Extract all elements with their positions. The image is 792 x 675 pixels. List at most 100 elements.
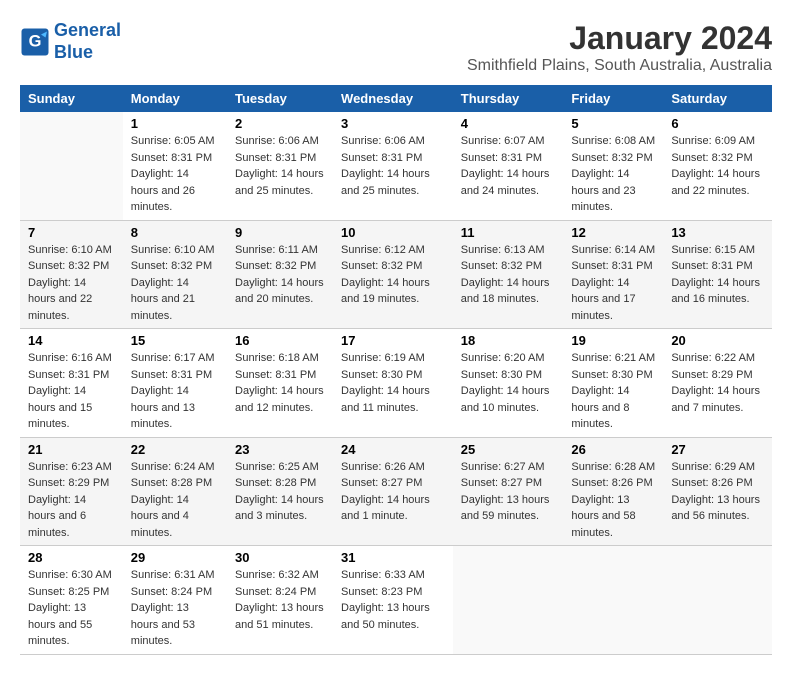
day-info: Sunrise: 6:14 AMSunset: 8:31 PMDaylight:… — [571, 242, 655, 325]
column-header-thursday: Thursday — [453, 85, 564, 112]
day-info: Sunrise: 6:24 AMSunset: 8:28 PMDaylight:… — [131, 459, 219, 542]
day-info: Sunrise: 6:10 AMSunset: 8:32 PMDaylight:… — [131, 242, 219, 325]
calendar-cell: 30 Sunrise: 6:32 AMSunset: 8:24 PMDayligh… — [227, 546, 333, 655]
day-number: 10 — [341, 225, 445, 240]
column-header-saturday: Saturday — [663, 85, 772, 112]
week-row-5: 28Sunrise: 6:30 AMSunset: 8:25 PMDayligh… — [20, 546, 772, 655]
column-header-wednesday: Wednesday — [333, 85, 453, 112]
day-info: Sunrise: 6:16 AMSunset: 8:31 PMDaylight:… — [28, 350, 115, 433]
day-info: Sunrise: 6:10 AMSunset: 8:32 PMDaylight:… — [28, 242, 115, 325]
calendar-cell: 5 Sunrise: 6:08 AMSunset: 8:32 PMDaylight… — [563, 112, 663, 220]
day-number: 6 — [671, 116, 764, 131]
day-info: Sunrise: 6:12 AMSunset: 8:32 PMDaylight:… — [341, 242, 445, 308]
day-number: 12 — [571, 225, 655, 240]
calendar-cell: 19 Sunrise: 6:21 AMSunset: 8:30 PMDayligh… — [563, 329, 663, 438]
day-number: 1 — [131, 116, 219, 131]
calendar-cell: 8 Sunrise: 6:10 AMSunset: 8:32 PMDaylight… — [123, 220, 227, 329]
day-number: 21 — [28, 442, 115, 457]
day-number: 7 — [28, 225, 115, 240]
calendar-cell: 11 Sunrise: 6:13 AMSunset: 8:32 PMDayligh… — [453, 220, 564, 329]
calendar-cell: 3Sunrise: 6:06 AMSunset: 8:31 PMDaylight… — [333, 112, 453, 220]
logo-icon: G — [20, 27, 50, 57]
day-info: Sunrise: 6:08 AMSunset: 8:32 PMDaylight:… — [571, 133, 655, 216]
day-info: Sunrise: 6:22 AMSunset: 8:29 PMDaylight:… — [671, 350, 764, 416]
calendar-cell: 18 Sunrise: 6:20 AMSunset: 8:30 PMDayligh… — [453, 329, 564, 438]
day-info: Sunrise: 6:13 AMSunset: 8:32 PMDaylight:… — [461, 242, 556, 308]
day-info: Sunrise: 6:27 AMSunset: 8:27 PMDaylight:… — [461, 459, 556, 525]
logo-text: General Blue — [54, 20, 121, 63]
day-number: 13 — [671, 225, 764, 240]
page-title: January 2024 — [467, 20, 772, 57]
calendar-cell: 4 Sunrise: 6:07 AMSunset: 8:31 PMDaylight… — [453, 112, 564, 220]
calendar-cell: 7 Sunrise: 6:10 AMSunset: 8:32 PMDaylight… — [20, 220, 123, 329]
calendar-cell — [20, 112, 123, 220]
column-header-friday: Friday — [563, 85, 663, 112]
calendar-cell: 17Sunrise: 6:19 AMSunset: 8:30 PMDayligh… — [333, 329, 453, 438]
calendar-cell: 24Sunrise: 6:26 AMSunset: 8:27 PMDayligh… — [333, 437, 453, 546]
calendar-cell: 6 Sunrise: 6:09 AMSunset: 8:32 PMDaylight… — [663, 112, 772, 220]
column-header-tuesday: Tuesday — [227, 85, 333, 112]
day-number: 11 — [461, 225, 556, 240]
logo: G General Blue — [20, 20, 121, 63]
day-info: Sunrise: 6:07 AMSunset: 8:31 PMDaylight:… — [461, 133, 556, 199]
day-info: Sunrise: 6:25 AMSunset: 8:28 PMDaylight:… — [235, 459, 325, 525]
calendar-cell: 1 Sunrise: 6:05 AMSunset: 8:31 PMDaylight… — [123, 112, 227, 220]
calendar-cell — [563, 546, 663, 655]
column-header-monday: Monday — [123, 85, 227, 112]
day-info: Sunrise: 6:23 AMSunset: 8:29 PMDaylight:… — [28, 459, 115, 542]
column-header-sunday: Sunday — [20, 85, 123, 112]
calendar-cell: 16 Sunrise: 6:18 AMSunset: 8:31 PMDayligh… — [227, 329, 333, 438]
week-row-4: 21 Sunrise: 6:23 AMSunset: 8:29 PMDayligh… — [20, 437, 772, 546]
calendar-cell: 29 Sunrise: 6:31 AMSunset: 8:24 PMDayligh… — [123, 546, 227, 655]
logo-line2: Blue — [54, 42, 93, 62]
day-info: Sunrise: 6:06 AMSunset: 8:31 PMDaylight:… — [235, 133, 325, 199]
day-number: 4 — [461, 116, 556, 131]
day-number: 15 — [131, 333, 219, 348]
day-info: Sunrise: 6:18 AMSunset: 8:31 PMDaylight:… — [235, 350, 325, 416]
day-number: 27 — [671, 442, 764, 457]
week-row-2: 7 Sunrise: 6:10 AMSunset: 8:32 PMDaylight… — [20, 220, 772, 329]
day-number: 23 — [235, 442, 325, 457]
calendar-cell: 27Sunrise: 6:29 AMSunset: 8:26 PMDayligh… — [663, 437, 772, 546]
day-number: 16 — [235, 333, 325, 348]
calendar-cell: 26Sunrise: 6:28 AMSunset: 8:26 PMDayligh… — [563, 437, 663, 546]
calendar-cell: 25Sunrise: 6:27 AMSunset: 8:27 PMDayligh… — [453, 437, 564, 546]
day-number: 5 — [571, 116, 655, 131]
day-number: 19 — [571, 333, 655, 348]
calendar-cell: 15 Sunrise: 6:17 AMSunset: 8:31 PMDayligh… — [123, 329, 227, 438]
day-number: 30 — [235, 550, 325, 565]
day-number: 8 — [131, 225, 219, 240]
calendar-cell: 10 Sunrise: 6:12 AMSunset: 8:32 PMDayligh… — [333, 220, 453, 329]
day-info: Sunrise: 6:09 AMSunset: 8:32 PMDaylight:… — [671, 133, 764, 199]
day-info: Sunrise: 6:33 AMSunset: 8:23 PMDaylight:… — [341, 567, 445, 633]
calendar-cell: 2Sunrise: 6:06 AMSunset: 8:31 PMDaylight… — [227, 112, 333, 220]
day-number: 29 — [131, 550, 219, 565]
page-subtitle: Smithfield Plains, South Australia, Aust… — [467, 57, 772, 75]
calendar-cell: 31 Sunrise: 6:33 AMSunset: 8:23 PMDayligh… — [333, 546, 453, 655]
day-number: 20 — [671, 333, 764, 348]
calendar-cell: 23 Sunrise: 6:25 AMSunset: 8:28 PMDayligh… — [227, 437, 333, 546]
day-info: Sunrise: 6:20 AMSunset: 8:30 PMDaylight:… — [461, 350, 556, 416]
calendar-cell: 13 Sunrise: 6:15 AMSunset: 8:31 PMDayligh… — [663, 220, 772, 329]
day-info: Sunrise: 6:32 AMSunset: 8:24 PMDaylight:… — [235, 567, 325, 633]
day-info: Sunrise: 6:31 AMSunset: 8:24 PMDaylight:… — [131, 567, 219, 650]
day-number: 24 — [341, 442, 445, 457]
calendar-cell: 22Sunrise: 6:24 AMSunset: 8:28 PMDayligh… — [123, 437, 227, 546]
calendar-cell: 20 Sunrise: 6:22 AMSunset: 8:29 PMDayligh… — [663, 329, 772, 438]
calendar-cell: 28Sunrise: 6:30 AMSunset: 8:25 PMDayligh… — [20, 546, 123, 655]
day-number: 18 — [461, 333, 556, 348]
day-number: 9 — [235, 225, 325, 240]
day-info: Sunrise: 6:05 AMSunset: 8:31 PMDaylight:… — [131, 133, 219, 216]
day-info: Sunrise: 6:15 AMSunset: 8:31 PMDaylight:… — [671, 242, 764, 308]
title-block: January 2024 Smithfield Plains, South Au… — [467, 20, 772, 75]
calendar-cell: 14 Sunrise: 6:16 AMSunset: 8:31 PMDayligh… — [20, 329, 123, 438]
day-info: Sunrise: 6:17 AMSunset: 8:31 PMDaylight:… — [131, 350, 219, 433]
page-header: G General Blue January 2024 Smithfield P… — [20, 20, 772, 75]
day-info: Sunrise: 6:06 AMSunset: 8:31 PMDaylight:… — [341, 133, 445, 199]
day-info: Sunrise: 6:19 AMSunset: 8:30 PMDaylight:… — [341, 350, 445, 416]
day-number: 14 — [28, 333, 115, 348]
day-number: 28 — [28, 550, 115, 565]
day-info: Sunrise: 6:21 AMSunset: 8:30 PMDaylight:… — [571, 350, 655, 433]
day-number: 31 — [341, 550, 445, 565]
calendar-cell: 9Sunrise: 6:11 AMSunset: 8:32 PMDaylight… — [227, 220, 333, 329]
